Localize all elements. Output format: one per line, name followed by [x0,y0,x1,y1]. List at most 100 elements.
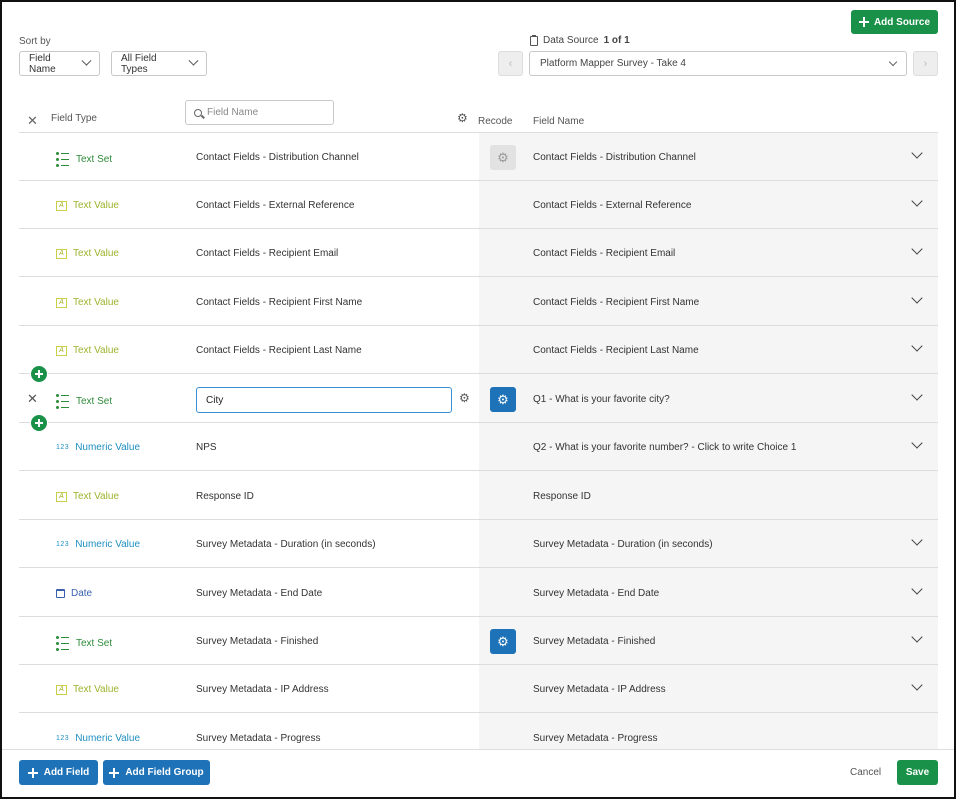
field-name-input[interactable] [196,387,452,413]
field-type: Text Set [56,152,112,167]
mapped-field-name: Contact Fields - Recipient Last Name [533,345,699,356]
recode-column-header: Recode [478,116,513,127]
field-name: Contact Fields - Distribution Channel [196,152,359,163]
mapped-field-name: Response ID [533,491,591,502]
table-row[interactable]: A Text Value Contact Fields - Recipient … [19,278,938,326]
field-name: Survey Metadata - IP Address [196,684,329,695]
text-value-icon: A [56,684,67,695]
data-source-text: Data Source [543,35,599,46]
sort-dropdown[interactable]: Field Name [19,51,100,76]
recode-button[interactable]: ⚙ [490,145,516,170]
chevron-down-icon[interactable] [911,340,923,352]
plus-icon [858,17,869,27]
chevron-down-icon [888,57,898,67]
table-row[interactable]: A Text Value Contact Fields - Recipient … [19,229,938,277]
chevron-left-icon: ‹ [508,57,513,70]
mapped-field-name: Q1 - What is your favorite city? [533,394,670,405]
plus-icon [109,767,120,778]
table-row[interactable]: A Text Value Contact Fields - External R… [19,181,938,229]
field-type-column-header: Field Type [51,113,97,124]
plus-icon [27,767,38,778]
recode-button[interactable]: ⚙ [490,387,516,412]
data-source-label: Data Source 1 of 1 [530,34,630,46]
mapped-field-name: Contact Fields - External Reference [533,200,692,211]
chevron-down-icon[interactable] [911,147,923,159]
table-row[interactable]: 123 Numeric Value Survey Metadata - Dura… [19,520,938,568]
chevron-down-icon[interactable] [911,195,923,207]
chevron-down-icon[interactable] [911,534,923,546]
next-source-button[interactable]: › [913,51,938,76]
gear-icon[interactable]: ⚙ [459,391,470,405]
text-value-icon: A [56,200,67,211]
table-row[interactable]: Date Survey Metadata - End Date Survey M… [19,569,938,617]
cancel-button[interactable]: Cancel [850,767,881,778]
clipboard-icon [530,34,538,46]
numeric-value-icon: 123 [56,444,70,451]
recode-button[interactable]: ⚙ [490,629,516,654]
field-type: Text Set [56,394,112,409]
mapped-field-name: Contact Fields - Recipient Email [533,248,676,259]
field-type: A Text Value [56,491,119,502]
field-name: Response ID [196,491,254,502]
field-type: Text Set [56,636,112,651]
table-row-editing[interactable]: ✕ Text Set ⚙ ⚙ Q1 - What is your favorit… [19,375,938,423]
gear-icon: ⚙ [497,149,509,165]
field-type-label: Text Set [76,154,113,165]
chevron-down-icon[interactable] [911,583,923,595]
prev-source-button[interactable]: ‹ [498,51,523,76]
table-row[interactable]: 123 Numeric Value NPS Q2 - What is your … [19,423,938,471]
field-type: 123 Numeric Value [56,442,140,453]
mapped-field-name: Q2 - What is your favorite number? - Cli… [533,442,797,453]
table-row[interactable]: Text Set Survey Metadata - Finished ⚙ Su… [19,617,938,665]
footer-bar: Add Field Add Field Group Cancel Save [2,749,954,797]
field-name: Survey Metadata - Progress [196,733,321,744]
add-field-button[interactable]: Add Field [19,760,98,785]
chevron-down-icon[interactable] [911,389,923,401]
field-type: A Text Value [56,297,119,308]
field-type-label: Numeric Value [75,442,141,453]
field-name-column-header: Field Name [533,116,585,127]
chevron-down-icon[interactable] [911,243,923,255]
add-field-group-button[interactable]: Add Field Group [103,760,210,785]
text-value-icon: A [56,345,67,356]
table-row[interactable]: A Text Value Response ID Response ID [19,472,938,520]
remove-field-close-icon[interactable]: ✕ [27,391,38,407]
chevron-down-icon[interactable] [911,292,923,304]
gear-icon[interactable]: ⚙ [457,111,468,125]
data-source-select[interactable]: Platform Mapper Survey - Take 4 [529,51,907,76]
data-source-counter: 1 of 1 [603,35,630,46]
table-header: ✕ Field Type ⚙ Recode Field Name [19,97,938,133]
field-type-label: Numeric Value [75,733,141,744]
sort-dropdown-value: Field Name [29,52,56,75]
field-type-filter-dropdown[interactable]: All Field Types [111,51,207,76]
insert-field-above-button[interactable] [30,365,48,383]
field-type: A Text Value [56,248,119,259]
search-input[interactable] [207,107,317,118]
chevron-down-icon [81,55,92,66]
field-type-label: Text Value [73,491,119,502]
table-row[interactable]: Text Set Contact Fields - Distribution C… [19,133,938,181]
table-row[interactable]: 123 Numeric Value Survey Metadata - Prog… [19,714,938,749]
chevron-right-icon: › [923,57,928,70]
calendar-icon [56,589,65,598]
mapped-field-name: Survey Metadata - Duration (in seconds) [533,539,713,550]
table-row[interactable]: A Text Value Survey Metadata - IP Addres… [19,665,938,713]
add-field-label: Add Field [43,767,90,778]
field-type-label: Text Set [76,638,113,649]
chevron-down-icon[interactable] [911,437,923,449]
field-type: 123 Numeric Value [56,539,140,550]
field-type-label: Text Value [73,248,119,259]
save-button[interactable]: Save [897,760,938,785]
table-row[interactable]: A Text Value Contact Fields - Recipient … [19,326,938,374]
mapped-field-name: Survey Metadata - Finished [533,636,656,647]
text-value-icon: A [56,248,67,259]
field-name-search[interactable] [185,100,334,125]
data-mapper-window: Sort by Field Name All Field Types Add S… [0,0,956,799]
add-source-button[interactable]: Add Source [851,10,938,34]
insert-field-below-button[interactable] [30,414,48,432]
chevron-down-icon[interactable] [911,631,923,643]
clear-close-icon[interactable]: ✕ [27,113,38,129]
chevron-down-icon[interactable] [911,679,923,691]
gear-icon: ⚙ [497,633,509,649]
field-name: Contact Fields - Recipient Last Name [196,345,362,356]
